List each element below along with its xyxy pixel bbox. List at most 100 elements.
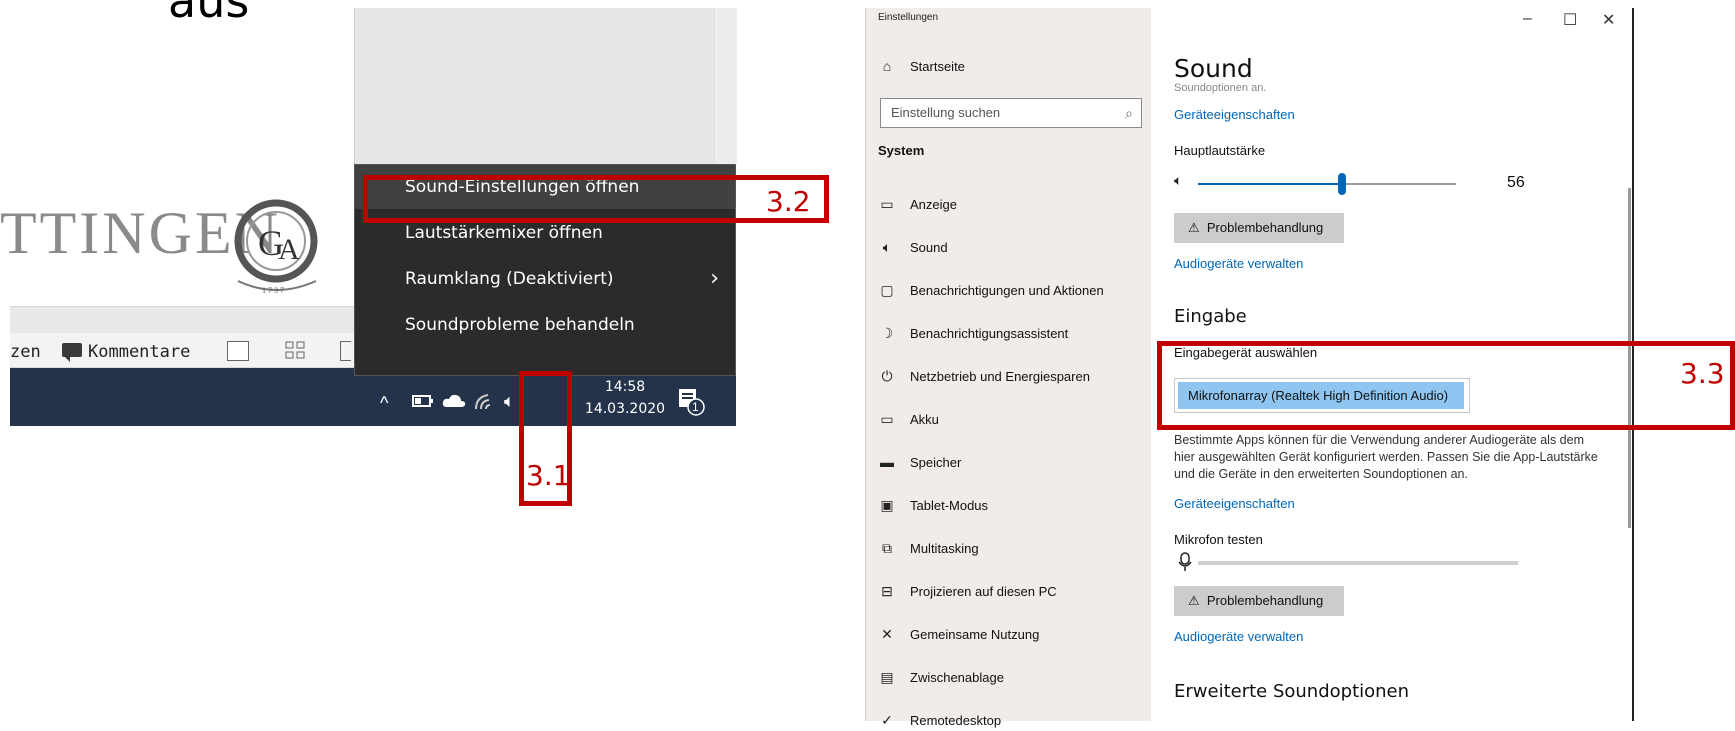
sidebar-item-label: Tablet-Modus xyxy=(910,497,989,513)
clock-time: 14:58 xyxy=(604,379,646,395)
normal-view-icon[interactable] xyxy=(227,341,249,361)
sidebar-item-label: Anzeige xyxy=(910,196,957,212)
taskbar xyxy=(10,368,355,426)
chevron-right-icon: › xyxy=(710,266,719,291)
action-center-icon[interactable] xyxy=(676,386,706,416)
maximize-button[interactable]: ☐ xyxy=(1563,10,1577,30)
tablet-icon: ▣ xyxy=(880,496,894,513)
sidebar-item-display[interactable]: ▭ Anzeige xyxy=(878,193,957,215)
sidebar-item-label: Akku xyxy=(910,411,939,427)
menu-item-label: Soundprobleme behandeln xyxy=(405,315,635,335)
page-title: Sound xyxy=(1174,54,1253,83)
sidebar-item-project[interactable]: ⊟ Projizieren auf diesen PC xyxy=(878,580,1057,602)
menu-item-troubleshoot[interactable]: Soundprobleme behandeln xyxy=(355,303,735,347)
slider-thumb[interactable] xyxy=(1338,173,1347,195)
callout-box-menu xyxy=(363,175,829,223)
reading-view-icon[interactable] xyxy=(340,341,351,361)
sidebar-item-battery[interactable]: ▭ Akku xyxy=(878,408,939,430)
sidebar-item-tablet[interactable]: ▣ Tablet-Modus xyxy=(878,494,988,516)
partial-text: Soundoptionen an. xyxy=(1174,82,1267,94)
share-icon: ✕ xyxy=(881,625,893,642)
monitor-icon: ▭ xyxy=(880,195,894,212)
troubleshoot-label: Problembehandlung xyxy=(1206,220,1324,235)
callout-label-menu: 3.2 xyxy=(766,185,811,218)
callout-label-input: 3.3 xyxy=(1680,357,1725,390)
comment-icon[interactable] xyxy=(62,343,82,362)
menu-item-spatial-sound[interactable]: Raumklang (Deaktiviert) › xyxy=(355,257,735,301)
manage-audio-devices-link[interactable]: Audiogeräte verwalten xyxy=(1174,256,1303,271)
nav-home-label: Startseite xyxy=(910,58,965,74)
search-placeholder: Einstellung suchen xyxy=(891,105,1001,120)
input-section-heading: Eingabe xyxy=(1174,306,1247,327)
sidebar-item-share[interactable]: ✕ Gemeinsame Nutzung xyxy=(878,623,1039,645)
clock-date: 14.03.2020 xyxy=(584,401,666,417)
minimize-button[interactable]: – xyxy=(1523,10,1532,28)
battery-icon: ▭ xyxy=(880,410,894,427)
sidebar-item-label: Gemeinsame Nutzung xyxy=(910,626,1040,642)
manage-audio-devices-link-input[interactable]: Audiogeräte verwalten xyxy=(1174,629,1303,644)
nav-home[interactable]: ⌂ Startseite xyxy=(878,55,965,77)
sidebar-section-title: System xyxy=(878,143,925,158)
onedrive-icon[interactable] xyxy=(442,393,466,409)
desktop-background xyxy=(354,8,737,164)
sidebar-item-label: Speicher xyxy=(910,454,962,470)
troubleshoot-button-input[interactable]: ⚠ Problembehandlung xyxy=(1174,586,1344,616)
speaker-icon: 🔈︎ xyxy=(882,238,892,255)
sidebar-item-label: Netzbetrieb und Energiesparen xyxy=(910,368,1090,384)
sidebar-item-storage[interactable]: ▬ Speicher xyxy=(878,451,961,473)
multitasking-icon: ⧉ xyxy=(882,539,892,556)
callout-box-input xyxy=(1157,341,1735,430)
notification-icon: ▢ xyxy=(880,281,894,298)
advanced-section-heading: Erweiterte Soundoptionen xyxy=(1174,681,1410,702)
speaker-icon[interactable]: 🔈︎ xyxy=(504,392,515,410)
university-seal-logo: G A 1 7 3 7 xyxy=(234,199,318,295)
warning-icon: ⚠ xyxy=(1188,593,1200,608)
ribbon-bar xyxy=(10,306,355,333)
volume-icon[interactable]: 🔈︎ xyxy=(1174,172,1182,189)
svg-text:1 7 3 7: 1 7 3 7 xyxy=(262,286,284,295)
search-icon: ⌕ xyxy=(1125,105,1133,121)
notification-count: 1 xyxy=(692,400,699,414)
status-bar-partial-label[interactable]: zen xyxy=(10,342,41,362)
svg-text:A: A xyxy=(278,233,300,266)
menu-item-label: Raumklang (Deaktiviert) xyxy=(405,269,614,289)
sidebar-item-clipboard[interactable]: ▤ Zwischenablage xyxy=(878,666,1004,688)
sidebar-item-label: Multitasking xyxy=(910,540,979,556)
callout-label-speaker: 3.1 xyxy=(526,459,571,492)
home-icon: ⌂ xyxy=(882,58,892,74)
master-volume-label: Hauptlautstärke xyxy=(1174,143,1266,158)
moon-icon: ☽ xyxy=(880,324,894,341)
sidebar-item-notifications[interactable]: ▢ Benachrichtigungen und Aktionen xyxy=(878,279,1104,301)
mic-level-meter xyxy=(1198,561,1518,565)
settings-search-input[interactable]: Einstellung suchen ⌕ xyxy=(880,98,1142,128)
warning-icon: ⚠ xyxy=(1188,220,1200,235)
sidebar-item-sound[interactable]: 🔈︎ Sound xyxy=(878,236,948,258)
taskbar-clock[interactable]: 14:58 14.03.2020 xyxy=(580,376,670,420)
input-description: Bestimmte Apps können für die Verwendung… xyxy=(1174,433,1598,481)
grid-view-icon[interactable] xyxy=(285,341,305,359)
sidebar-item-label: Benachrichtigungsassistent xyxy=(910,325,1069,341)
sidebar-item-label: Remotedesktop xyxy=(910,712,1002,728)
comments-button[interactable]: Kommentare xyxy=(88,342,190,362)
remote-icon: ✓ xyxy=(881,711,893,728)
master-volume-value: 56 xyxy=(1507,174,1525,191)
troubleshoot-label: Problembehandlung xyxy=(1206,593,1324,608)
clipboard-icon: ▤ xyxy=(880,668,894,685)
sidebar-item-focus-assist[interactable]: ☽ Benachrichtigungsassistent xyxy=(878,322,1069,344)
input-device-properties-link[interactable]: Geräteeigenschaften xyxy=(1174,496,1295,511)
output-device-properties-link[interactable]: Geräteeigenschaften xyxy=(1174,107,1295,122)
sidebar-item-multitasking[interactable]: ⧉ Multitasking xyxy=(878,537,979,559)
troubleshoot-button[interactable]: ⚠ Problembehandlung xyxy=(1174,213,1344,243)
chevron-up-icon[interactable]: ^ xyxy=(380,394,388,412)
storage-icon: ▬ xyxy=(880,454,894,470)
close-button[interactable]: ✕ xyxy=(1602,10,1615,30)
cropped-heading-text: aus xyxy=(168,0,250,28)
sidebar-item-power[interactable]: ⏻ Netzbetrieb und Energiesparen xyxy=(878,365,1090,387)
battery-icon[interactable] xyxy=(412,394,434,408)
wifi-icon[interactable] xyxy=(474,391,496,411)
sidebar-item-label: Benachrichtigungen und Aktionen xyxy=(910,282,1104,298)
window-title: Einstellungen xyxy=(878,12,939,23)
project-icon: ⊟ xyxy=(881,582,893,599)
sidebar-item-label: Zwischenablage xyxy=(910,669,1004,685)
sidebar-item-remote[interactable]: ✓ Remotedesktop xyxy=(878,709,1001,731)
